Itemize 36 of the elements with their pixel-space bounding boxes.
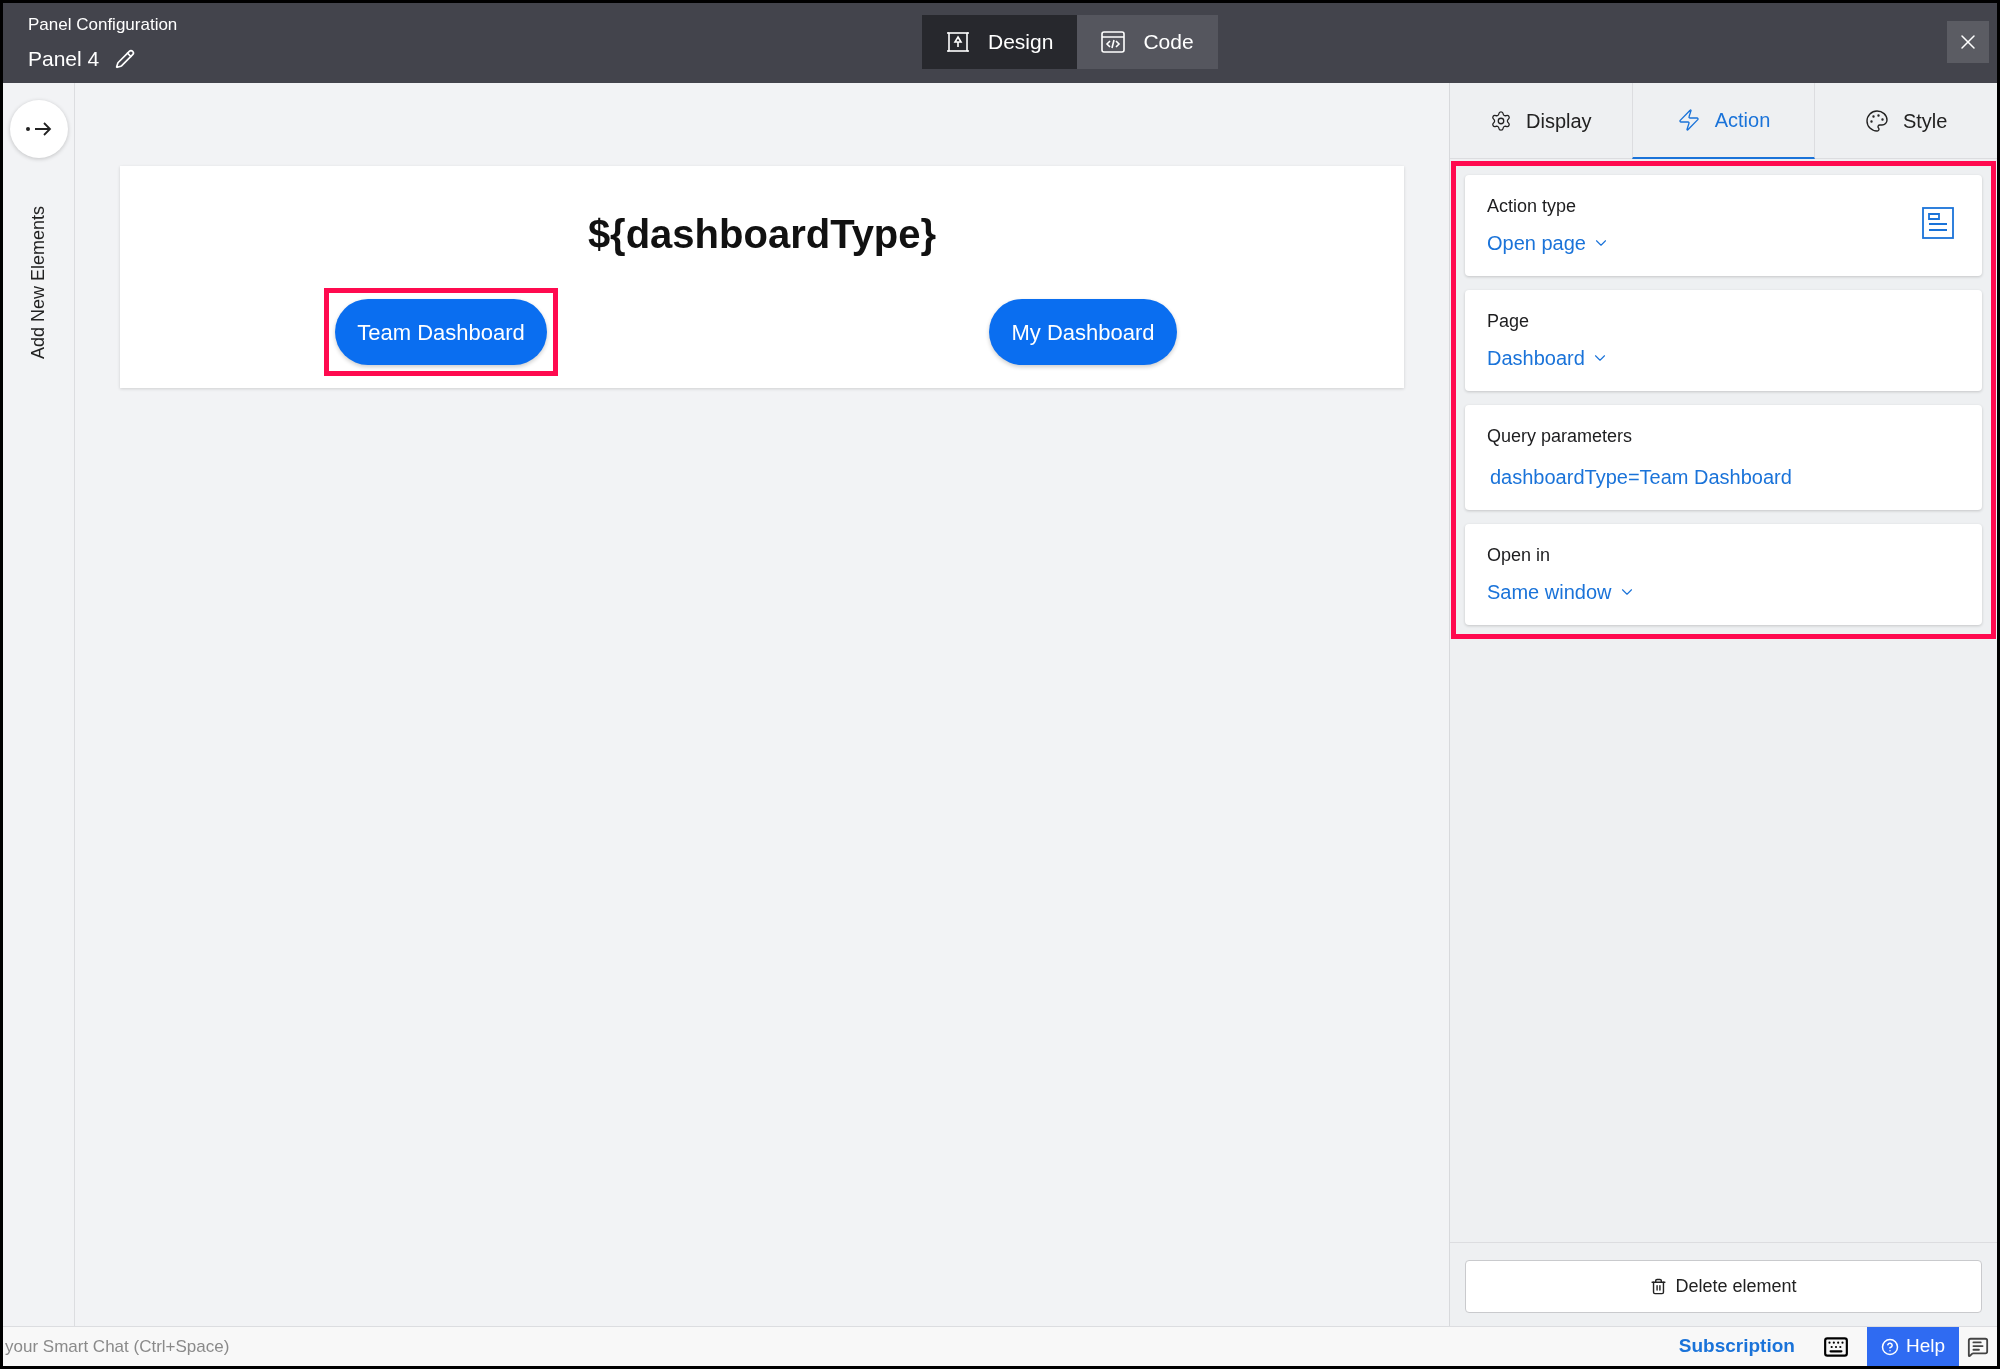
field-label: Open in xyxy=(1487,544,1552,567)
smart-chat-hint[interactable]: your Smart Chat (Ctrl+Space) xyxy=(3,1333,230,1360)
pencil-icon[interactable] xyxy=(115,48,136,69)
code-window-icon xyxy=(1101,31,1126,53)
close-button[interactable] xyxy=(1947,21,1989,63)
frame-icon xyxy=(946,30,970,54)
settings-tab[interactable]: Display xyxy=(1450,83,1632,159)
panel-heading: ${dashboardType} xyxy=(587,211,937,258)
subscription-link[interactable]: Subscription xyxy=(1678,1332,1795,1361)
delete-element-button[interactable]: Delete element xyxy=(1465,1260,1982,1313)
dropdown-field[interactable]: Dashboard xyxy=(1487,343,1609,373)
field-value[interactable]: dashboardType=Team Dashboard xyxy=(1487,458,1792,492)
chat-icon[interactable] xyxy=(1967,1335,1989,1358)
dashboard-button[interactable]: Team Dashboard xyxy=(335,299,547,365)
lightning-icon xyxy=(1676,108,1701,132)
dropdown-field[interactable]: Same window xyxy=(1487,577,1636,607)
page-layout-icon[interactable] xyxy=(1922,207,1954,239)
add-elements-label[interactable]: Add New Elements xyxy=(25,206,52,360)
help-icon xyxy=(1880,1337,1899,1356)
mode-tab[interactable]: Design xyxy=(922,15,1078,69)
dropdown-field[interactable]: Open page xyxy=(1487,228,1610,258)
expand-button[interactable] xyxy=(9,100,68,158)
field-label: Query parameters xyxy=(1487,425,1634,448)
dashboard-button[interactable]: My Dashboard xyxy=(989,299,1177,365)
mode-tab[interactable]: Code xyxy=(1077,15,1218,69)
palette-icon xyxy=(1864,108,1889,133)
settings-tab[interactable]: Action xyxy=(1631,83,1816,159)
help-button[interactable]: Help xyxy=(1866,1326,1959,1366)
field-label: Action type xyxy=(1487,195,1578,218)
trash-icon xyxy=(1650,1278,1668,1295)
settings-icon xyxy=(1490,109,1513,132)
panel-title: Panel 4 xyxy=(28,46,100,72)
field-label: Page xyxy=(1487,310,1531,333)
settings-tab[interactable]: Style xyxy=(1815,83,1997,159)
header-subtitle: Panel Configuration xyxy=(28,13,178,36)
dot-arrow-icon xyxy=(24,121,53,137)
